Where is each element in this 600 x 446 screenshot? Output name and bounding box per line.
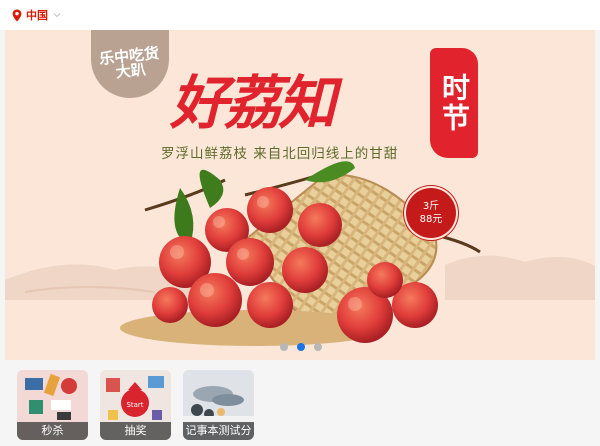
location-label: 中国 — [26, 9, 48, 22]
carousel-dot-active[interactable] — [297, 343, 305, 351]
tile-notebook-test-label: 记事本测试分 — [183, 422, 254, 440]
chevron-down-icon — [53, 13, 61, 18]
tile-notebook-test[interactable]: 记事本测试分 — [183, 370, 254, 440]
location-pin-icon — [12, 9, 22, 21]
carousel-indicators — [280, 343, 322, 351]
tile-lottery[interactable]: Start 抽奖 — [100, 370, 171, 440]
app-page: 中国 乐中吃货大趴 好荔知 时节 罗浮山鲜荔枝 来自北回归线上的甘甜 3斤 88… — [0, 0, 600, 446]
lottery-start-text: Start — [126, 401, 143, 409]
tile-lottery-label: 抽奖 — [100, 422, 171, 440]
event-badge-text: 乐中吃货大趴 — [98, 43, 160, 82]
price-badge: 3斤 88元 — [406, 188, 456, 238]
carousel-dot[interactable] — [280, 343, 288, 351]
banner-subline: 罗浮山鲜荔枝 来自北回归线上的甘甜 — [161, 146, 399, 162]
carousel-dot[interactable] — [314, 343, 322, 351]
feature-tiles: 秒杀 Start 抽奖 记事本测试分 — [17, 370, 254, 440]
seal-stamp-text: 时节 — [438, 73, 471, 133]
tile-flash-sale[interactable]: 秒杀 — [17, 370, 88, 440]
location-selector[interactable]: 中国 — [12, 7, 62, 23]
promo-banner-carousel[interactable]: 乐中吃货大趴 好荔知 时节 罗浮山鲜荔枝 来自北回归线上的甘甜 3斤 88元 — [5, 30, 595, 360]
seal-stamp: 时节 — [430, 48, 478, 158]
price-quantity: 3斤 — [422, 201, 440, 212]
banner-headline: 好荔知 — [170, 69, 336, 137]
price-amount: 88元 — [419, 214, 443, 225]
tile-flash-sale-label: 秒杀 — [17, 422, 88, 440]
top-bar: 中国 — [0, 0, 600, 30]
